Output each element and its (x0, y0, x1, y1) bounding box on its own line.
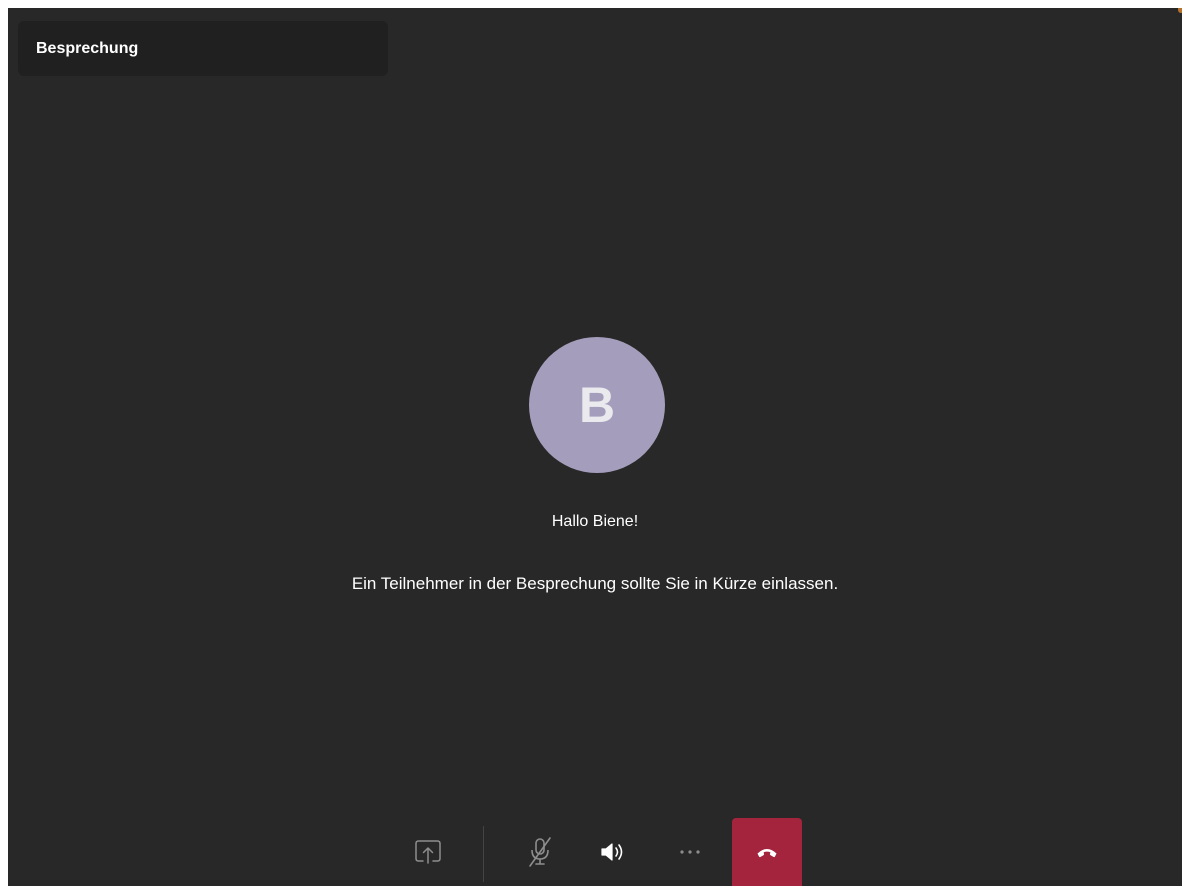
avatar: B (529, 337, 665, 473)
lobby-message: Ein Teilnehmer in der Besprechung sollte… (351, 574, 839, 593)
share-screen-button[interactable] (406, 818, 450, 886)
hang-up-button[interactable] (732, 818, 802, 886)
call-controls-bar (8, 818, 1182, 886)
share-screen-icon (415, 840, 441, 864)
speaker-icon (601, 843, 623, 861)
hang-up-icon (757, 849, 777, 858)
microphone-toggle-button[interactable] (518, 818, 562, 886)
meeting-title: Besprechung (36, 39, 139, 57)
more-options-icon (680, 850, 700, 854)
corner-indicator (1178, 8, 1182, 13)
speaker-toggle-button[interactable] (595, 818, 633, 886)
meeting-lobby-screen: Besprechung B Hallo Biene! Ein Teilnehme… (8, 8, 1182, 886)
avatar-initial: B (578, 377, 616, 433)
controls-divider (483, 826, 484, 882)
greeting-text: Hallo Biene! (551, 513, 639, 530)
mic-off-icon (529, 837, 551, 867)
more-options-button[interactable] (671, 818, 709, 886)
meeting-title-card: Besprechung (18, 21, 388, 76)
